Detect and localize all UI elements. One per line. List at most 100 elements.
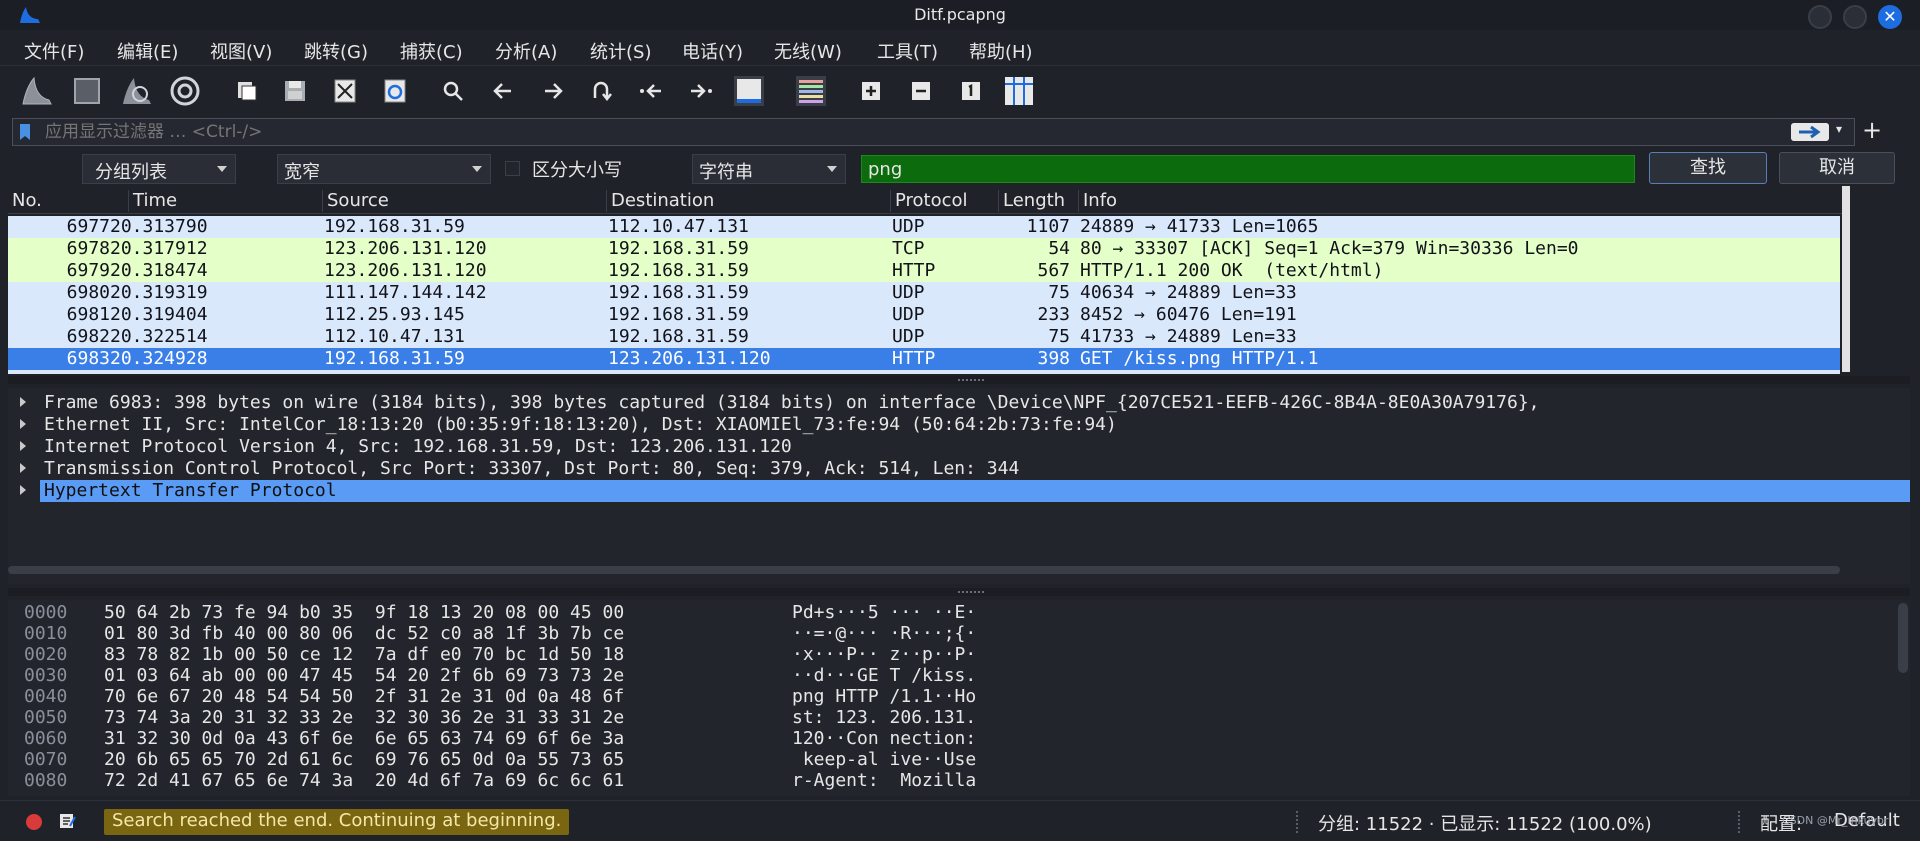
cancel-button[interactable]: 取消 (1779, 152, 1895, 184)
detail-row-ipv4[interactable]: Internet Protocol Version 4, Src: 192.16… (8, 436, 1910, 458)
char-width-select[interactable]: 宽窄 (277, 154, 491, 184)
menu-telephony[interactable]: 电话(Y) (682, 38, 743, 64)
search-type-select[interactable]: 字符串 (692, 154, 846, 184)
menu-tools[interactable]: 工具(T) (877, 38, 938, 64)
cell-destination: 192.168.31.59 (608, 238, 749, 259)
cell-protocol: UDP (892, 326, 925, 347)
restart-capture-icon[interactable] (120, 74, 154, 108)
splitter-grip-icon (958, 591, 984, 593)
cell-no: 6982 (66, 326, 110, 347)
byte-hex: 72 2d 41 67 65 6e 74 3a 20 4d 6f 7a 69 6… (104, 770, 625, 791)
add-filter-button[interactable]: + (1862, 116, 1882, 144)
byte-hex: 31 32 30 0d 0a 43 6f 6e 6e 65 63 74 69 6… (104, 728, 625, 749)
apply-filter-arrow-icon[interactable] (1791, 123, 1829, 141)
details-horizontal-scrollbar[interactable] (8, 566, 1840, 574)
packet-row[interactable]: 6977 20.313790 192.168.31.59 112.10.47.131 U… (8, 216, 1840, 238)
packet-row[interactable]: 6981 20.319404 112.25.93.145 192.168.31.59 U… (8, 304, 1840, 326)
search-in-value: 分组列表 (95, 162, 167, 183)
open-file-icon[interactable] (234, 78, 260, 104)
cell-source: 111.147.144.142 (324, 282, 487, 303)
maximize-button[interactable] (1843, 5, 1867, 29)
menu-file[interactable]: 文件(F) (24, 38, 84, 64)
find-text-input[interactable] (861, 155, 1635, 183)
packet-list[interactable]: No. Time Source Destination Protocol Len… (8, 188, 1850, 374)
packet-row[interactable]: 6982 20.322514 112.10.47.131 192.168.31.59 U… (8, 326, 1840, 348)
pane-splitter[interactable] (8, 376, 1910, 384)
detail-row-http[interactable]: Hypertext Transfer Protocol (8, 480, 1910, 502)
find-button[interactable]: 查找 (1649, 152, 1767, 184)
chevron-down-icon (217, 166, 227, 172)
packet-list-header: No. Time Source Destination Protocol Len… (8, 188, 1850, 214)
col-header-destination[interactable]: Destination (606, 190, 890, 212)
display-filter-input[interactable] (45, 121, 1445, 143)
capture-comment-icon[interactable] (58, 812, 76, 830)
cell-destination: 192.168.31.59 (608, 304, 749, 325)
cell-destination: 112.10.47.131 (608, 216, 749, 237)
zoom-in-icon[interactable] (858, 78, 884, 104)
menu-wireless[interactable]: 无线(W) (774, 38, 842, 64)
menu-go[interactable]: 跳转(G) (304, 38, 368, 64)
menu-edit[interactable]: 编辑(E) (117, 38, 178, 64)
col-header-protocol[interactable]: Protocol (890, 190, 998, 212)
menu-help[interactable]: 帮助(H) (969, 38, 1033, 64)
find-packet-icon[interactable] (440, 78, 466, 104)
capture-options-icon[interactable] (168, 74, 202, 108)
byte-hex: 01 80 3d fb 40 00 80 06 dc 52 c0 a8 1f 3… (104, 623, 625, 644)
expand-arrow-icon[interactable] (20, 397, 26, 407)
cell-time: 20.313790 (110, 216, 208, 237)
byte-hex: 50 64 2b 73 fe 94 b0 35 9f 18 13 20 08 0… (104, 602, 625, 623)
normal-size-icon[interactable] (958, 78, 984, 104)
go-forward-icon[interactable] (540, 78, 566, 104)
expand-arrow-icon[interactable] (20, 485, 26, 495)
packet-row-partial[interactable] (8, 370, 1840, 374)
go-back-icon[interactable] (490, 78, 516, 104)
menu-analyze[interactable]: 分析(A) (495, 38, 557, 64)
cell-destination: 192.168.31.59 (608, 326, 749, 347)
menu-capture[interactable]: 捕获(C) (400, 38, 463, 64)
packet-row[interactable]: 6979 20.318474 123.206.131.120 192.168.31.5… (8, 260, 1840, 282)
chevron-down-icon (472, 166, 482, 172)
zoom-out-icon[interactable] (908, 78, 934, 104)
expand-arrow-icon[interactable] (20, 463, 26, 473)
stop-capture-icon[interactable] (70, 74, 104, 108)
packet-row[interactable]: 6978 20.317912 123.206.131.120 192.168.31.5… (8, 238, 1840, 260)
col-header-no[interactable]: No. (8, 190, 128, 212)
filter-history-dropdown-icon[interactable]: ▾ (1836, 122, 1852, 142)
col-header-length[interactable]: Length (998, 190, 1078, 212)
bookmark-icon[interactable] (18, 123, 32, 141)
expand-arrow-icon[interactable] (20, 419, 26, 429)
go-last-packet-icon[interactable] (688, 78, 714, 104)
packet-list-scrollbar[interactable] (1842, 186, 1850, 372)
detail-row-ethernet[interactable]: Ethernet II, Src: IntelCor_18:13:20 (b0:… (8, 414, 1910, 436)
case-sensitive-checkbox[interactable] (505, 161, 520, 176)
save-file-icon[interactable] (282, 78, 308, 104)
expert-info-icon[interactable] (26, 814, 42, 830)
menu-view[interactable]: 视图(V) (210, 38, 272, 64)
byte-hex: 83 78 82 1b 00 50 ce 12 7a df e0 70 bc 1… (104, 644, 625, 665)
cell-length: 233 (1037, 304, 1070, 325)
close-file-icon[interactable] (332, 78, 358, 104)
bytes-scrollbar[interactable] (1898, 603, 1908, 673)
detail-row-frame[interactable]: Frame 6983: 398 bytes on wire (3184 bits… (8, 392, 1910, 414)
resize-columns-icon[interactable] (1002, 74, 1036, 108)
col-header-time[interactable]: Time (128, 190, 322, 212)
go-to-packet-icon[interactable] (588, 78, 614, 104)
start-capture-icon[interactable] (20, 74, 54, 108)
menu-statistics[interactable]: 统计(S) (590, 38, 651, 64)
close-button[interactable]: ✕ (1878, 5, 1902, 29)
pane-splitter[interactable] (8, 588, 1910, 596)
col-header-info[interactable]: Info (1078, 190, 1848, 212)
packet-details-tree[interactable]: Frame 6983: 398 bytes on wire (3184 bits… (8, 388, 1910, 584)
go-first-packet-icon[interactable] (638, 78, 664, 104)
detail-row-tcp[interactable]: Transmission Control Protocol, Src Port:… (8, 458, 1910, 480)
packet-row[interactable]: 6980 20.319319 111.147.144.142 192.168.31.5… (8, 282, 1840, 304)
packet-row[interactable]: 6983 20.324928 192.168.31.59 123.206.131.12… (8, 348, 1840, 370)
packet-bytes-pane[interactable]: 0000 50 64 2b 73 fe 94 b0 35 9f 18 13 20 … (8, 600, 1910, 796)
minimize-button[interactable] (1808, 5, 1832, 29)
reload-file-icon[interactable] (382, 78, 408, 104)
colorize-icon[interactable] (794, 74, 828, 108)
search-in-select[interactable]: 分组列表 (82, 154, 236, 184)
auto-scroll-icon[interactable] (732, 74, 766, 108)
expand-arrow-icon[interactable] (20, 441, 26, 451)
col-header-source[interactable]: Source (322, 190, 606, 212)
